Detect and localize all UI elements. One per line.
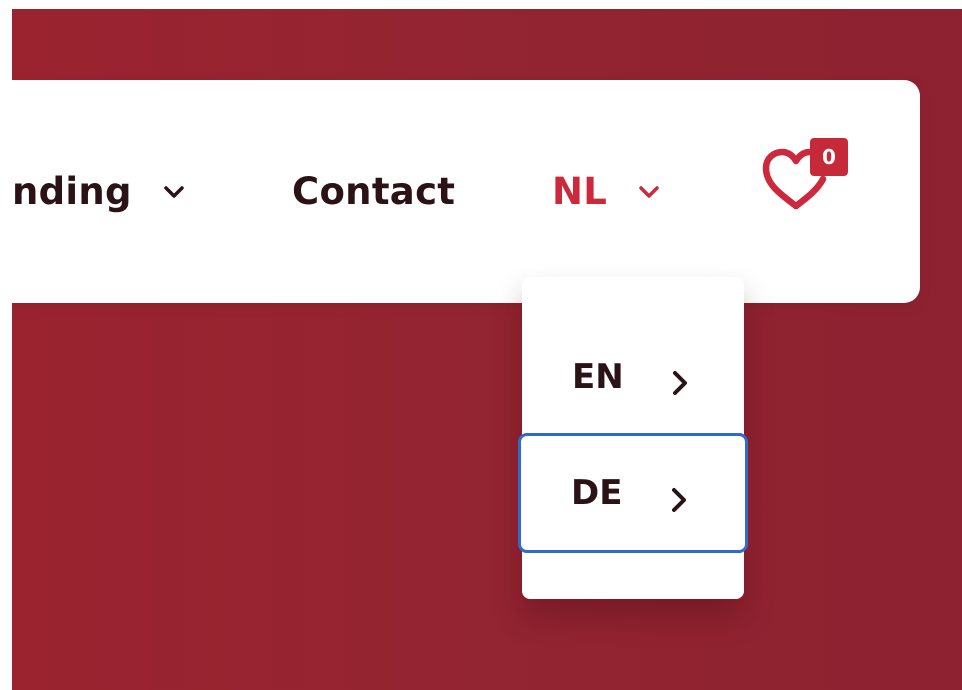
language-dropdown-menu: EN DE [518,277,748,599]
chevron-right-icon [671,482,687,522]
nav-item-label: nding [12,170,132,213]
language-option-label: EN [572,357,624,397]
language-option-de[interactable]: DE [518,433,748,553]
wishlist-button[interactable]: 0 [760,138,850,228]
language-selector[interactable]: NL [552,80,659,303]
nav-item-label: Contact [292,170,456,213]
nav-item-partial-dropdown[interactable]: nding [12,80,184,303]
main-navbar: nding Contact NL 0 [12,80,920,303]
chevron-down-icon [164,185,184,199]
chevron-right-icon [672,365,688,405]
page-background: nding Contact NL 0 EN DE [12,9,962,690]
language-option-en[interactable]: EN [522,327,744,427]
wishlist-count-badge: 0 [810,138,848,176]
language-option-label: DE [571,473,623,513]
chevron-down-icon [639,185,659,199]
language-selector-label: NL [552,170,608,213]
nav-item-contact[interactable]: Contact [292,80,455,303]
